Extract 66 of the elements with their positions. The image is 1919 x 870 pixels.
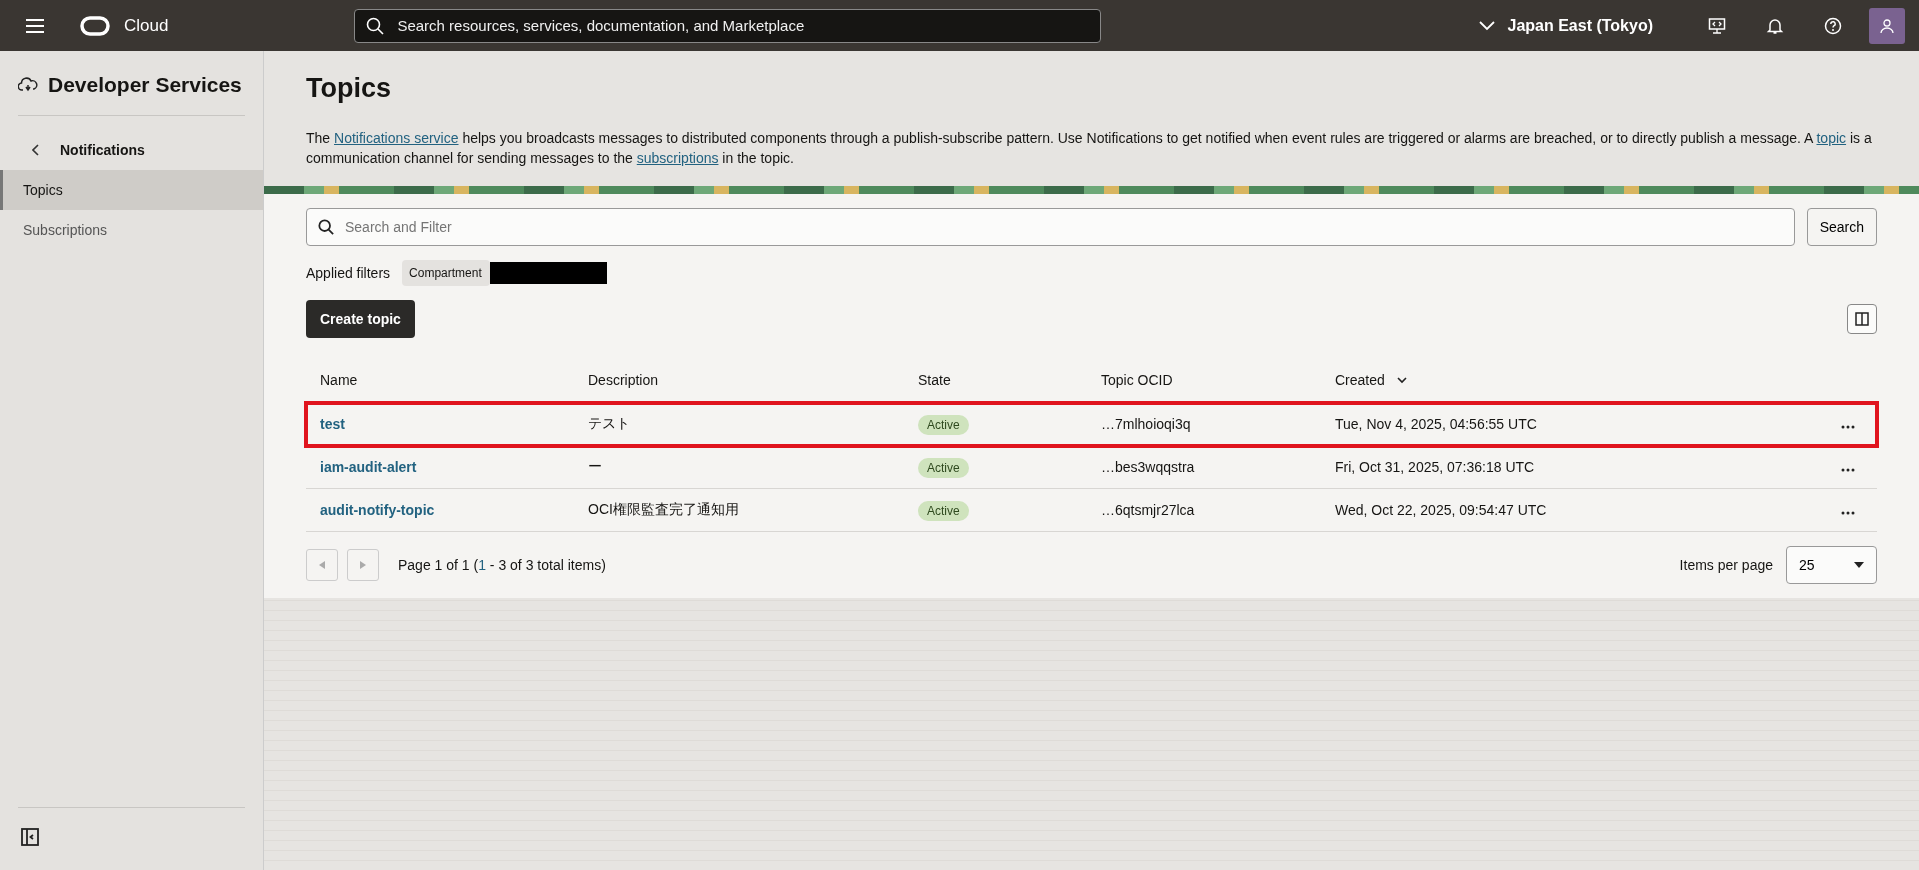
sidebar-item[interactable]: Topics (0, 170, 263, 210)
columns-icon (1855, 312, 1869, 326)
collapse-sidebar-icon[interactable] (21, 828, 39, 846)
sidebar-title: Developer Services (48, 73, 242, 97)
triangle-right-icon (360, 561, 366, 569)
chevron-down-icon (1479, 20, 1496, 31)
more-actions-icon[interactable] (1841, 425, 1855, 429)
state-badge: Active (918, 501, 969, 521)
region-selector[interactable]: Japan East (Tokyo) (1473, 15, 1659, 36)
description-link[interactable]: Notifications service (334, 130, 459, 146)
global-search-field[interactable]: Search resources, services, documentation, and Marketplace (354, 8, 1102, 43)
column-header[interactable]: Topic OCID (1101, 372, 1173, 388)
logo-icon[interactable] (80, 15, 110, 36)
table-row[interactable]: audit-notify-topic OCI権限監査完了通知用 Active …6qtsmjr27lca Wed, Oct 22, 2025, 09:54:47 UTC (306, 488, 1877, 532)
topic-name-link[interactable]: iam-audit-alert (320, 459, 417, 475)
search-icon (366, 16, 385, 35)
more-actions-icon[interactable] (1841, 511, 1855, 515)
table-cell: …7mlhoioqi3q (1101, 416, 1191, 432)
brand-name[interactable]: Cloud (124, 15, 169, 36)
sidebar-item[interactable]: Subscriptions (0, 210, 263, 250)
user-icon (1879, 17, 1895, 34)
page-title: Topics (306, 73, 392, 104)
table-row[interactable]: test テスト Active …7mlhoioqi3q Tue, Nov 4, 2025, 04:56:55 UTC (306, 402, 1877, 446)
more-actions-icon[interactable] (1841, 468, 1855, 472)
table-cell: …6qtsmjr27lca (1101, 502, 1195, 518)
bell-icon[interactable] (1766, 16, 1784, 35)
items-per-page-select[interactable]: 25 (1786, 546, 1877, 584)
triangle-left-icon (319, 561, 325, 569)
column-header[interactable]: Name (320, 372, 358, 388)
columns-button[interactable] (1847, 304, 1877, 334)
filter-chip[interactable]: Compartment (402, 260, 490, 286)
cloud-icon (18, 77, 38, 93)
topic-name-link[interactable]: audit-notify-topic (320, 502, 435, 518)
page-link[interactable]: 1 (478, 557, 486, 573)
search-button[interactable]: Search (1806, 208, 1877, 246)
topic-name-link[interactable]: test (320, 416, 345, 432)
column-header[interactable]: Created (1335, 372, 1407, 388)
table-cell: …bes3wqqstra (1101, 459, 1195, 475)
applied-filters-label: Applied filters (306, 265, 391, 281)
page-info: Page 1 of 1 (1 - 3 of 3 total items) (398, 557, 606, 573)
column-header[interactable]: Description (588, 372, 659, 388)
sort-descending-icon[interactable] (1396, 376, 1407, 384)
table-cell: Tue, Nov 4, 2025, 04:56:55 UTC (1335, 416, 1537, 432)
state-badge: Active (918, 458, 969, 478)
state-badge: Active (918, 415, 969, 435)
table-cell: OCI権限監査完了通知用 (588, 501, 739, 517)
table-cell: Fri, Oct 31, 2025, 07:36:18 UTC (1335, 459, 1535, 475)
help-icon[interactable] (1824, 16, 1842, 35)
description-link[interactable]: topic (1816, 130, 1847, 146)
description-link[interactable]: subscriptions (636, 150, 719, 166)
table-cell: ー (588, 458, 602, 474)
table-row[interactable]: iam-audit-alert ー Active …bes3wqqstra Fri, Oct 31, 2025, 07:36:18 UTC (306, 445, 1877, 489)
chevron-left-icon (32, 144, 40, 156)
items-per-page-label: Items per page (1679, 557, 1773, 573)
dropdown-icon (1854, 562, 1864, 568)
search-icon (318, 219, 334, 235)
back-link[interactable]: Notifications (0, 116, 263, 170)
create-topic-button[interactable]: Create topic (306, 300, 415, 338)
column-header[interactable]: State (918, 372, 951, 388)
table-cell: テスト (588, 415, 630, 431)
page-description: The Notifications service helps you broadcasts messages to distributed components through a publish-subscribe pattern. Use Notifications to get notified when event rules are triggered or alarms are breached, or to directly publish a message. A topic is a communication channel for sending messages to the subscriptions in the topic. (306, 129, 1873, 168)
filter-search-field[interactable]: Search and Filter (306, 208, 1795, 246)
table-cell: Wed, Oct 22, 2025, 09:54:47 UTC (1335, 502, 1547, 518)
monitor-icon[interactable] (1708, 16, 1726, 35)
menu-icon[interactable] (26, 18, 44, 33)
avatar[interactable] (1869, 7, 1905, 44)
